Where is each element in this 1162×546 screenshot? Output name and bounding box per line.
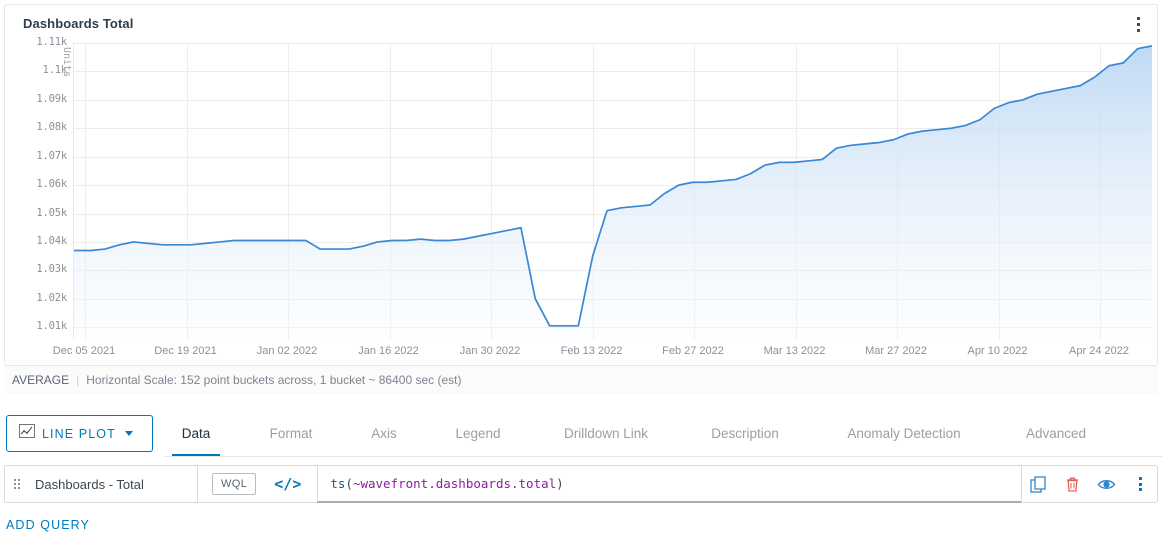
x-axis-tick-label: Feb 27 2022 <box>662 345 724 357</box>
x-axis-tick-label: Dec 05 2021 <box>52 345 116 357</box>
query-actions <box>1021 465 1157 503</box>
query-token-close-paren: ) <box>556 475 564 491</box>
tab-list: Data Format Axis Legend Drilldown Link Descri… <box>164 412 1162 458</box>
y-axis-tick-label: 1.05k <box>36 206 67 219</box>
y-axis-tick-label: 1.11k <box>36 36 67 48</box>
x-axis-tick-label: Dec 19 2021 <box>154 345 217 357</box>
chart-title: Dashboards Total <box>23 16 134 31</box>
plot-wrapper: Units 1.11k 1.1k 1.09k 1.08k 1.07k 1.06k 1.05k… <box>5 33 1159 367</box>
aggregation-label: AVERAGE <box>12 373 70 387</box>
x-axis-tick-label: Apr 24 2022 <box>1069 345 1129 357</box>
x-axis-tick-label: Mar 13 2022 <box>763 345 826 357</box>
tab-description[interactable]: Description <box>711 426 779 441</box>
clone-query-icon[interactable] <box>1028 473 1050 495</box>
query-token-function: ts <box>330 475 346 491</box>
code-editor-icon[interactable]: </> <box>274 475 301 493</box>
delete-query-icon[interactable] <box>1062 473 1084 495</box>
toggle-visibility-icon[interactable] <box>1095 473 1117 495</box>
tab-drilldown-link[interactable]: Drilldown Link <box>564 426 648 441</box>
horizontal-scale-text: Horizontal Scale: 152 point buckets acro… <box>86 373 462 387</box>
x-axis-tick-label: Jan 16 2022 <box>358 345 419 357</box>
x-axis-tick-label: Jan 02 2022 <box>256 345 318 357</box>
query-row: Dashboards - Total WQL </> ts(~wavefront… <box>4 465 1158 503</box>
y-axis-tick-label: 1.08k <box>36 121 67 134</box>
y-axis-tick-label: 1.02k <box>36 291 67 304</box>
tab-legend[interactable]: Legend <box>455 426 500 441</box>
query-name[interactable]: Dashboards - Total <box>29 477 197 492</box>
chart-card: Dashboards Total Units 1.11k 1.1k 1.09k 1.0… <box>4 4 1158 366</box>
y-axis-tick-label: 1.07k <box>36 149 67 162</box>
drag-handle-icon[interactable] <box>5 466 29 502</box>
tab-axis[interactable]: Axis <box>371 426 397 441</box>
add-query-button[interactable]: ADD QUERY <box>6 518 90 532</box>
query-menu-icon[interactable] <box>1129 473 1151 495</box>
tab-format[interactable]: Format <box>270 426 313 441</box>
plot-type-label: LINE PLOT <box>42 426 116 441</box>
series-dashboards-total <box>74 44 1152 340</box>
y-axis-tick-label: 1.06k <box>36 178 67 191</box>
x-axis-tick-label: Feb 13 2022 <box>560 345 623 357</box>
tab-advanced[interactable]: Advanced <box>1026 426 1086 441</box>
x-axis-tick-label: Mar 27 2022 <box>865 345 927 357</box>
plot-type-dropdown[interactable]: LINE PLOT <box>6 415 153 452</box>
query-token-metric: ~wavefront.dashboards.total <box>352 475 557 491</box>
query-token-open-paren: ( <box>345 475 353 491</box>
query-divider <box>197 465 198 503</box>
query-language-badge[interactable]: WQL <box>212 473 257 495</box>
query-expression-input[interactable]: ts(~wavefront.dashboards.total) <box>317 465 1021 503</box>
x-axis-tick-label: Apr 10 2022 <box>967 345 1028 357</box>
chart-footer: AVERAGE | Horizontal Scale: 152 point bu… <box>4 366 1158 394</box>
tabs-row: LINE PLOT Data Format Axis Legend Drilldown … <box>0 412 1162 458</box>
tab-anomaly-detection[interactable]: Anomaly Detection <box>847 426 960 441</box>
x-axis-tick-label: Jan 30 2022 <box>459 345 521 357</box>
line-chart-icon <box>19 424 35 443</box>
plot-area[interactable] <box>73 43 1152 340</box>
y-axis-tick-label: 1.04k <box>36 234 67 247</box>
y-axis-tick-label: 1.1k <box>42 64 68 77</box>
tabs-baseline <box>164 456 1162 457</box>
y-axis-tick-label: 1.01k <box>36 320 67 333</box>
chevron-down-icon <box>124 431 133 436</box>
y-axis-tick-label: 1.09k <box>36 92 67 105</box>
tab-data[interactable]: Data <box>182 426 211 441</box>
footer-separator: | <box>76 373 80 387</box>
y-axis-tick-label: 1.03k <box>36 263 67 276</box>
